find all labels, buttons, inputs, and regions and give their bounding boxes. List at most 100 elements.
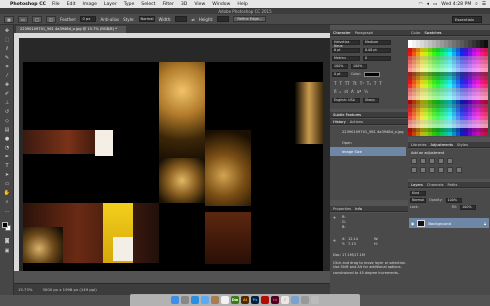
app-menu[interactable]: Photoshop CC (10, 2, 46, 7)
leading-input[interactable]: 8.08 pt (363, 48, 391, 53)
photo-filter-icon[interactable] (438, 167, 444, 173)
tab-actions[interactable]: Actions (350, 120, 363, 124)
width-input[interactable] (175, 16, 188, 22)
hand-tool-icon[interactable]: ✋ (2, 189, 12, 197)
tab-paragraph[interactable]: Paragraph (355, 31, 373, 35)
launchpad-icon[interactable] (181, 296, 189, 304)
font-style-select[interactable]: Medium (363, 40, 391, 45)
refine-edge-button[interactable]: Refine Edge... (233, 16, 267, 22)
tab-properties[interactable]: Properties (333, 207, 351, 211)
style-select[interactable]: Normal (138, 16, 155, 22)
height-input[interactable] (217, 16, 230, 22)
menu-edit[interactable]: Edit (67, 2, 76, 7)
type-tool-icon[interactable]: T (2, 162, 12, 170)
faux-bold-button[interactable]: T (334, 81, 336, 86)
swatch[interactable] (484, 132, 488, 136)
underline-button[interactable]: T (374, 81, 376, 86)
levels-icon[interactable] (420, 158, 426, 164)
eraser-tool-icon[interactable]: ◇ (2, 117, 12, 125)
swap-icon[interactable]: ⇄ (191, 17, 194, 22)
ligature-button[interactable]: fi (334, 89, 337, 94)
antialias-checkbox[interactable]: Anti-alias (100, 17, 119, 22)
clock[interactable]: Wed 4:28 PM (441, 2, 471, 7)
contacts-icon[interactable] (211, 296, 219, 304)
notifications-icon[interactable]: ☰ (482, 2, 486, 7)
vibrance-icon[interactable] (447, 158, 453, 164)
add-selection-icon[interactable]: ◫ (46, 15, 56, 23)
feather-input[interactable]: 0 px (80, 16, 97, 22)
indesign-icon[interactable]: Id (271, 296, 279, 304)
ordinal-button[interactable]: aª (357, 89, 361, 94)
history-item-image-size[interactable]: Image Size (330, 147, 406, 156)
illustrator-icon[interactable]: Ai (241, 296, 249, 304)
layer-background[interactable]: ◉ Background 🔒︎ (409, 218, 489, 228)
document-size[interactable]: 3000 px x 1998 px (149 ppi) (42, 287, 96, 292)
vertical-scale-input[interactable]: 100% (332, 64, 348, 69)
layer-filter-select[interactable]: Kind (410, 191, 426, 196)
fill-input[interactable]: 100% (460, 205, 477, 210)
image-canvas[interactable] (23, 62, 323, 271)
tab-subtle-features[interactable]: Subtle Features (333, 113, 361, 117)
menu-window[interactable]: Window (212, 2, 230, 7)
superscript-button[interactable]: T¹ (360, 81, 364, 86)
tab-channels[interactable]: Channels (427, 183, 444, 187)
faux-italic-button[interactable]: T (339, 81, 341, 86)
rectangle-tool-icon[interactable]: ▭ (2, 180, 12, 188)
menu-layer[interactable]: Layer (104, 2, 117, 7)
menu-file[interactable]: File (52, 2, 60, 7)
font-family-select[interactable]: Helvetica Neue (332, 40, 360, 47)
dodge-tool-icon[interactable]: ◔ (2, 144, 12, 152)
fraction-button[interactable]: ½ (364, 89, 368, 94)
titling-button[interactable]: A (351, 89, 354, 94)
dreamweaver-icon[interactable]: Dw (231, 296, 239, 304)
canvas-area[interactable] (19, 38, 330, 271)
settings-icon[interactable] (301, 296, 309, 304)
search-icon[interactable]: ⌕ (475, 1, 478, 7)
stylistic-button[interactable]: st (344, 89, 348, 94)
menu-help[interactable]: Help (237, 2, 247, 7)
healing-brush-tool-icon[interactable]: ✚ (2, 81, 12, 89)
swash-button[interactable]: ℴ (340, 89, 342, 94)
foreground-color-swatch[interactable] (2, 222, 8, 228)
marquee-tool-icon[interactable]: ⬚ (2, 36, 12, 44)
all-caps-button[interactable]: TT (345, 81, 350, 86)
volume-icon[interactable]: ◂ (427, 2, 429, 7)
quick-mask-icon[interactable]: ◙ (2, 237, 12, 245)
music-icon[interactable]: ♪ (281, 296, 289, 304)
trash-icon[interactable] (311, 296, 319, 304)
crop-tool-icon[interactable]: ⌗ (2, 63, 12, 71)
menu-type[interactable]: Type (124, 2, 135, 7)
move-tool-icon[interactable]: ✥ (2, 27, 12, 35)
menu-view[interactable]: View (194, 2, 205, 7)
safari-icon[interactable] (191, 296, 199, 304)
gradient-tool-icon[interactable]: ▤ (2, 126, 12, 134)
brush-tool-icon[interactable]: ✐ (2, 90, 12, 98)
zoom-tool-icon[interactable]: ⌕ (2, 198, 12, 206)
strikethrough-button[interactable]: T (379, 81, 381, 86)
horizontal-scale-input[interactable]: 100% (351, 64, 367, 69)
history-item-open[interactable]: Open (330, 138, 406, 147)
blend-mode-select[interactable]: Normal (410, 198, 426, 203)
new-selection-icon[interactable]: □ (32, 15, 42, 23)
tracking-input[interactable]: 0 (363, 56, 391, 61)
tab-history[interactable]: History (333, 120, 346, 124)
tab-color[interactable]: Color (411, 31, 420, 35)
lasso-tool-icon[interactable]: ℓ (2, 45, 12, 53)
path-select-tool-icon[interactable]: ➤ (2, 171, 12, 179)
tab-libraries[interactable]: Libraries (411, 143, 427, 147)
zoom-level[interactable]: 15.73% (18, 287, 32, 292)
screen-mode-icon[interactable]: ▣ (2, 247, 12, 255)
document-tab[interactable]: 22390109701_561 4a3948d_o.jpg @ 15.7% (R… (16, 26, 126, 33)
quick-select-tool-icon[interactable]: ✎ (2, 54, 12, 62)
color-lookup-icon[interactable] (456, 167, 462, 173)
font-size-input[interactable]: 6 pt (332, 48, 360, 53)
eyedropper-tool-icon[interactable]: ⁄ (2, 72, 12, 80)
mail-icon[interactable] (201, 296, 209, 304)
tab-paths[interactable]: Paths (448, 183, 458, 187)
finder-icon[interactable] (171, 296, 179, 304)
visibility-eye-icon[interactable]: ◉ (411, 221, 414, 226)
kerning-select[interactable]: Metrics (332, 56, 360, 61)
blur-tool-icon[interactable]: ● (2, 135, 12, 143)
subscript-button[interactable]: T₁ (367, 81, 371, 86)
curves-icon[interactable] (429, 158, 435, 164)
